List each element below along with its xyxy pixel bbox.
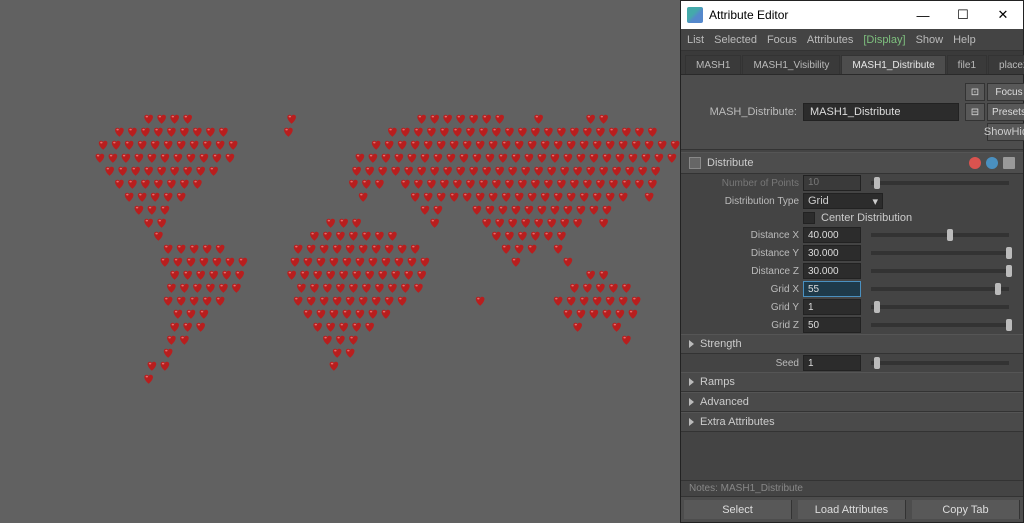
maya-logo-icon	[687, 7, 703, 23]
show-button[interactable]: Show	[984, 126, 1012, 138]
footer: Select Load Attributes Copy Tab	[681, 496, 1023, 522]
tab-mash1-distribute[interactable]: MASH1_Distribute	[841, 55, 945, 74]
hide-button[interactable]: Hide	[1011, 126, 1024, 138]
gridy-label: Grid Y	[689, 302, 799, 313]
menu-focus[interactable]: Focus	[767, 34, 797, 46]
expand-icon	[689, 340, 694, 348]
gridx-field[interactable]	[803, 281, 861, 297]
distx-field[interactable]	[803, 227, 861, 243]
extra-section[interactable]: Extra Attributes	[681, 412, 1023, 432]
gridz-label: Grid Z	[689, 320, 799, 331]
node-name-field[interactable]	[803, 103, 959, 121]
distribute-icon	[689, 157, 701, 169]
load-attributes-button[interactable]: Load Attributes	[798, 500, 906, 519]
menubar: List Selected Focus Attributes [Display]…	[681, 29, 1023, 51]
distx-label: Distance X	[689, 230, 799, 241]
node-name-bar: MASH_Distribute: ⊡ Focus ⊟ Presets ShowH…	[681, 75, 1023, 150]
attribute-body: Distribute Number of Points 10 Distributi…	[681, 150, 1023, 480]
expand-icon	[689, 398, 694, 406]
minimize-button[interactable]: —	[903, 1, 943, 29]
gridy-slider[interactable]	[871, 305, 1009, 309]
seed-label: Seed	[689, 358, 799, 369]
center-checkbox[interactable]	[803, 212, 815, 224]
distz-label: Distance Z	[689, 266, 799, 277]
advanced-section[interactable]: Advanced	[681, 392, 1023, 412]
menu-show[interactable]: Show	[916, 34, 944, 46]
node-type-label: MASH_Distribute:	[687, 106, 797, 118]
disty-field[interactable]	[803, 245, 861, 261]
waiter-icon[interactable]	[969, 157, 981, 169]
menu-list[interactable]: List	[687, 34, 704, 46]
select-button[interactable]: Select	[684, 500, 792, 519]
menu-help[interactable]: Help	[953, 34, 976, 46]
expand-icon	[689, 378, 694, 386]
enable-icon[interactable]	[986, 157, 998, 169]
gridy-field[interactable]	[803, 299, 861, 315]
presets-button[interactable]: Presets	[987, 103, 1024, 121]
window-title: Attribute Editor	[709, 8, 903, 22]
distz-field[interactable]	[803, 263, 861, 279]
expand-icon	[689, 418, 694, 426]
attribute-editor-window: Attribute Editor — ☐ ✕ List Selected Foc…	[680, 0, 1024, 523]
seed-slider[interactable]	[871, 361, 1009, 365]
menu-attributes[interactable]: Attributes	[807, 34, 853, 46]
disttype-dropdown[interactable]: Grid▾	[803, 193, 883, 209]
numpoints-slider	[871, 181, 1009, 185]
close-button[interactable]: ✕	[983, 1, 1023, 29]
tab-bar: MASH1 MASH1_Visibility MASH1_Distribute …	[681, 51, 1023, 75]
distribute-title: Distribute	[707, 157, 753, 169]
center-label: Center Distribution	[821, 212, 1015, 224]
copy-tab-button[interactable]: Copy Tab	[912, 500, 1020, 519]
tab-mash1[interactable]: MASH1	[685, 55, 741, 74]
focus-button[interactable]: Focus	[987, 83, 1024, 101]
disty-slider[interactable]	[871, 251, 1009, 255]
notes-bar: Notes: MASH1_Distribute	[681, 480, 1023, 496]
disttype-label: Distribution Type	[689, 196, 799, 207]
tab-place2dtexture[interactable]: place2dTextur	[988, 55, 1024, 74]
distx-slider[interactable]	[871, 233, 1009, 237]
gridz-field[interactable]	[803, 317, 861, 333]
viewport[interactable]	[0, 0, 680, 523]
strength-section[interactable]: Strength	[681, 334, 1023, 354]
distribute-header[interactable]: Distribute	[681, 152, 1023, 174]
gridz-slider[interactable]	[871, 323, 1009, 327]
seed-field[interactable]	[803, 355, 861, 371]
maximize-button[interactable]: ☐	[943, 1, 983, 29]
titlebar[interactable]: Attribute Editor — ☐ ✕	[681, 1, 1023, 29]
io-presets-icon[interactable]: ⊟	[965, 103, 985, 121]
menu-display[interactable]: [Display]	[863, 34, 905, 46]
delete-icon[interactable]	[1003, 157, 1015, 169]
io-focus-icon[interactable]: ⊡	[965, 83, 985, 101]
numpoints-field: 10	[803, 175, 861, 191]
distz-slider[interactable]	[871, 269, 1009, 273]
tab-mash1-visibility[interactable]: MASH1_Visibility	[742, 55, 840, 74]
tab-file1[interactable]: file1	[947, 55, 987, 74]
gridx-label: Grid X	[689, 284, 799, 295]
ramps-section[interactable]: Ramps	[681, 372, 1023, 392]
numpoints-label: Number of Points	[689, 178, 799, 189]
chevron-down-icon: ▾	[872, 195, 878, 208]
menu-selected[interactable]: Selected	[714, 34, 757, 46]
gridx-slider[interactable]	[871, 287, 1009, 291]
disty-label: Distance Y	[689, 248, 799, 259]
